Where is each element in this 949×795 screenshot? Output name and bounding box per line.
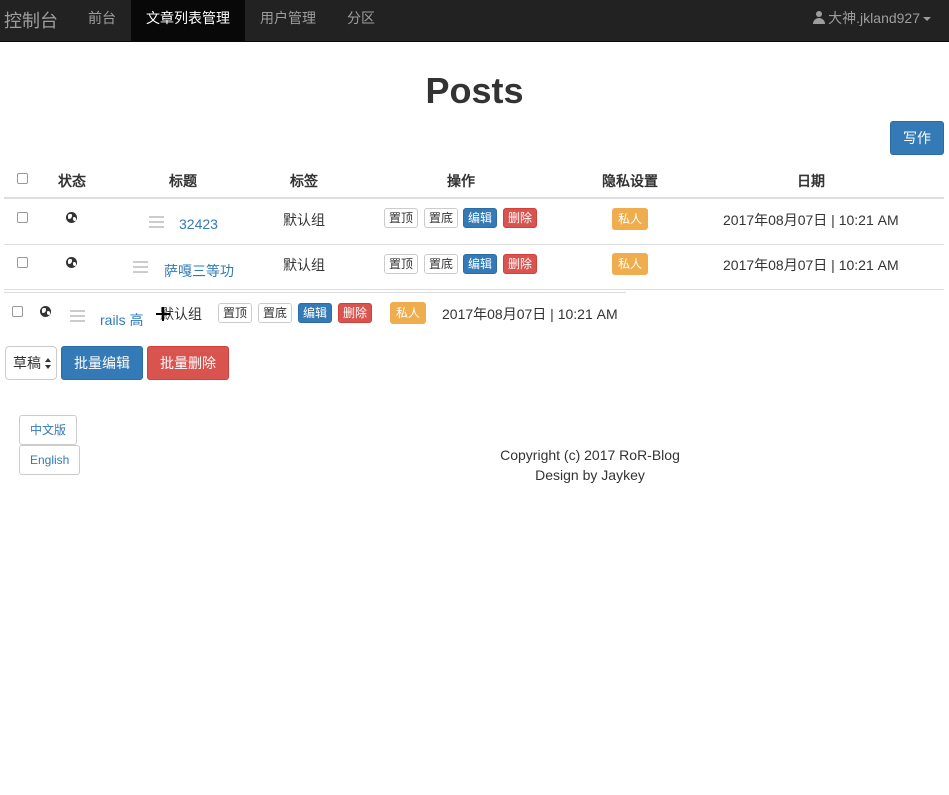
nav-item-users[interactable]: 用户管理 xyxy=(245,0,331,42)
move-cursor-icon xyxy=(156,307,170,321)
post-title-link[interactable]: rails 高 xyxy=(100,310,144,330)
top-navbar: 控制台 前台 文章列表管理 用户管理 分区 大神.jkland927 xyxy=(0,0,949,42)
post-date: 2017年08月07日 | 10:21 AM xyxy=(723,257,899,273)
footer-design-credit: Design by Jaykey xyxy=(535,467,645,483)
post-date: 2017年08月07日 | 10:21 AM xyxy=(442,306,618,322)
header-date: 日期 xyxy=(797,173,825,189)
drag-handle-icon[interactable] xyxy=(70,310,85,322)
privacy-badge[interactable]: 私人 xyxy=(612,253,648,275)
select-arrows-icon xyxy=(45,358,52,370)
edit-button[interactable]: 编辑 xyxy=(463,208,498,228)
globe-icon xyxy=(40,306,51,317)
globe-icon xyxy=(66,212,77,223)
row-checkbox[interactable] xyxy=(17,257,28,268)
post-tag: 默认组 xyxy=(283,257,325,273)
select-all-checkbox[interactable] xyxy=(17,173,28,184)
user-name: 大神.jkland927 xyxy=(828,10,920,26)
header-actions: 操作 xyxy=(447,173,475,189)
user-icon xyxy=(813,11,826,24)
edit-button[interactable]: 编辑 xyxy=(463,254,498,274)
header-title: 标题 xyxy=(169,173,197,189)
status-select[interactable]: 草稿 xyxy=(5,346,57,380)
row-divider xyxy=(4,289,944,290)
post-date: 2017年08月07日 | 10:21 AM xyxy=(723,212,899,228)
post-title-link[interactable]: 32423 xyxy=(179,216,218,232)
nav-item-posts[interactable]: 文章列表管理 xyxy=(131,0,245,42)
globe-icon xyxy=(66,257,77,268)
drag-handle-icon[interactable] xyxy=(133,261,148,273)
delete-button[interactable]: 删除 xyxy=(503,208,538,228)
header-tag: 标签 xyxy=(290,173,318,189)
post-tag: 默认组 xyxy=(283,212,325,228)
pin-top-button[interactable]: 置顶 xyxy=(384,254,419,274)
nav-item-sections[interactable]: 分区 xyxy=(332,0,390,42)
chinese-language-button[interactable]: 中文版 xyxy=(19,415,78,445)
bulk-edit-button[interactable]: 批量编辑 xyxy=(61,346,143,380)
delete-button[interactable]: 删除 xyxy=(338,303,373,323)
privacy-badge[interactable]: 私人 xyxy=(612,208,648,230)
page-title: Posts xyxy=(425,70,524,111)
nav-item-frontend[interactable]: 前台 xyxy=(73,0,131,42)
drag-row-top-border xyxy=(4,292,626,293)
caret-down-icon xyxy=(923,17,931,22)
pin-top-button[interactable]: 置顶 xyxy=(384,208,419,228)
pin-bottom-button[interactable]: 置底 xyxy=(424,254,459,274)
edit-button[interactable]: 编辑 xyxy=(298,303,333,323)
post-title-link[interactable]: 萨嘎三等功 xyxy=(164,261,234,281)
pin-top-button[interactable]: 置顶 xyxy=(218,303,253,323)
drag-handle-icon[interactable] xyxy=(149,216,164,228)
table-header-divider xyxy=(4,197,944,199)
footer-copyright: Copyright (c) 2017 RoR-Blog xyxy=(500,447,680,463)
bulk-delete-button[interactable]: 批量删除 xyxy=(147,346,229,380)
write-button[interactable]: 写作 xyxy=(890,121,944,155)
header-privacy: 隐私设置 xyxy=(602,173,658,189)
english-language-button[interactable]: English xyxy=(19,445,81,475)
brand-link[interactable]: 控制台 xyxy=(4,7,58,33)
pin-bottom-button[interactable]: 置底 xyxy=(258,303,293,323)
row-checkbox[interactable] xyxy=(12,306,23,317)
row-divider xyxy=(4,244,944,245)
row-checkbox[interactable] xyxy=(17,212,28,223)
pin-bottom-button[interactable]: 置底 xyxy=(424,208,459,228)
delete-button[interactable]: 删除 xyxy=(503,254,538,274)
privacy-badge[interactable]: 私人 xyxy=(390,302,426,324)
header-status: 状态 xyxy=(58,173,86,189)
user-menu[interactable]: 大神.jkland927 xyxy=(813,0,931,36)
status-select-value: 草稿 xyxy=(13,355,41,371)
